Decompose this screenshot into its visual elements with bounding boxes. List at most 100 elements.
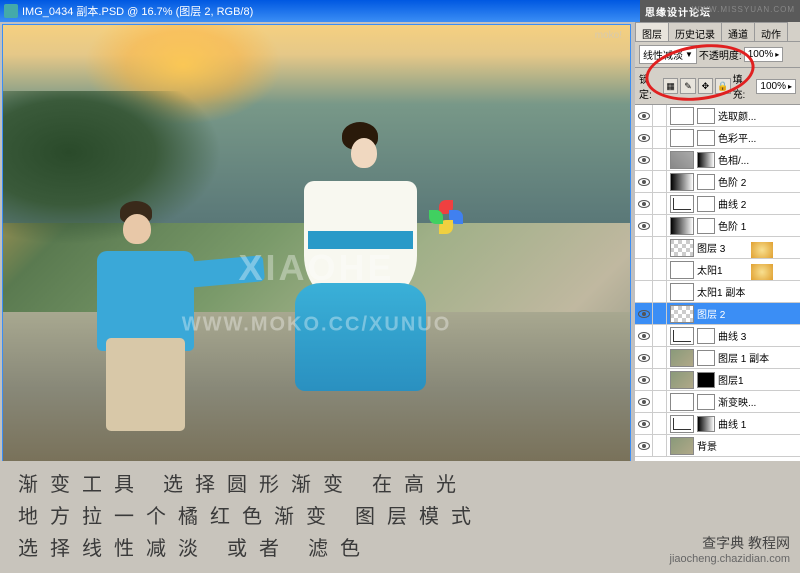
- layer-thumbnail[interactable]: [670, 195, 694, 213]
- layer-thumbnail[interactable]: [670, 129, 694, 147]
- mask-thumbnail[interactable]: [697, 394, 715, 410]
- tab-actions[interactable]: 动作: [754, 22, 788, 41]
- eye-icon: [638, 354, 650, 362]
- layer-thumbnail[interactable]: [670, 393, 694, 411]
- layer-row[interactable]: 背景: [635, 435, 800, 457]
- layer-thumbnail[interactable]: [670, 239, 694, 257]
- layer-row[interactable]: 色阶 2: [635, 171, 800, 193]
- chevron-right-icon: ▸: [775, 50, 779, 59]
- layer-thumbnail[interactable]: [670, 415, 694, 433]
- layer-row[interactable]: 曲线 3: [635, 325, 800, 347]
- layer-row[interactable]: 图层 1 副本: [635, 347, 800, 369]
- visibility-toggle[interactable]: [635, 281, 653, 302]
- layer-thumbnail[interactable]: [670, 437, 694, 455]
- link-col: [653, 413, 667, 434]
- visibility-toggle[interactable]: [635, 303, 653, 324]
- layer-row[interactable]: 太阳1 副本: [635, 281, 800, 303]
- layer-name: 渐变映...: [718, 394, 800, 409]
- caption-line-2: 地方拉一个橘红色渐变 图层模式: [18, 501, 782, 533]
- layer-thumbnail[interactable]: [670, 107, 694, 125]
- link-col: [653, 325, 667, 346]
- link-col: [653, 171, 667, 192]
- layer-name: 曲线 1: [718, 416, 800, 431]
- layer-thumbnail[interactable]: [670, 151, 694, 169]
- lock-pixels-icon[interactable]: ▦: [663, 78, 678, 94]
- mask-thumbnail[interactable]: [697, 416, 715, 432]
- layer-thumbnail[interactable]: [670, 173, 694, 191]
- mask-thumbnail[interactable]: [697, 130, 715, 146]
- layer-thumbnail[interactable]: [670, 305, 694, 323]
- visibility-toggle[interactable]: [635, 237, 653, 258]
- lock-all-icon[interactable]: 🔒: [715, 78, 730, 94]
- mask-thumbnail[interactable]: [697, 196, 715, 212]
- opacity-input[interactable]: 100% ▸: [744, 47, 784, 62]
- visibility-toggle[interactable]: [635, 435, 653, 456]
- layer-name: 选取颜...: [718, 108, 800, 123]
- mask-thumbnail[interactable]: [697, 328, 715, 344]
- layer-thumbnail[interactable]: [670, 349, 694, 367]
- blend-mode-dropdown[interactable]: 线性减淡 ▼: [639, 45, 697, 64]
- layer-row[interactable]: 色阶 1: [635, 215, 800, 237]
- layer-name: 背景: [697, 438, 800, 453]
- blend-mode-value: 线性减淡: [643, 47, 683, 62]
- layer-row[interactable]: 图层 3: [635, 237, 800, 259]
- eye-icon: [638, 156, 650, 164]
- brand-url: WWW.MISSYUAN.COM: [692, 5, 795, 14]
- layer-row[interactable]: 图层 2: [635, 303, 800, 325]
- tab-layers[interactable]: 图层: [635, 22, 669, 41]
- layer-row[interactable]: 曲线 1: [635, 413, 800, 435]
- mask-thumbnail[interactable]: [697, 350, 715, 366]
- layer-thumbnail[interactable]: [670, 327, 694, 345]
- mask-thumbnail[interactable]: [697, 174, 715, 190]
- image-canvas[interactable]: moko! XIAOHE WWW.MOKO.CC/XUNUO: [2, 24, 631, 467]
- link-col: [653, 259, 667, 280]
- layer-name: 色彩平...: [718, 130, 800, 145]
- tab-channels[interactable]: 通道: [721, 22, 755, 41]
- visibility-toggle[interactable]: [635, 215, 653, 236]
- visibility-toggle[interactable]: [635, 149, 653, 170]
- visibility-toggle[interactable]: [635, 347, 653, 368]
- caption-line-3: 选择线性减淡 或者 滤色: [18, 533, 782, 565]
- link-col: [653, 127, 667, 148]
- source-mark: 查字典 教程网 jiaocheng.chazidian.com: [670, 533, 790, 565]
- lock-move-icon[interactable]: ✥: [698, 78, 713, 94]
- opacity-label: 不透明度:: [699, 47, 742, 62]
- layer-thumbnail[interactable]: [670, 217, 694, 235]
- layer-row[interactable]: 色彩平...: [635, 127, 800, 149]
- layer-row[interactable]: 渐变映...: [635, 391, 800, 413]
- visibility-toggle[interactable]: [635, 127, 653, 148]
- layer-name: 曲线 3: [718, 328, 800, 343]
- link-col: [653, 347, 667, 368]
- layer-thumbnail[interactable]: [670, 261, 694, 279]
- visibility-toggle[interactable]: [635, 413, 653, 434]
- layers-list[interactable]: 选取颜... 色彩平... 色相/...色阶 2曲线 2色阶 1图层 3太阳1太阳1…: [635, 105, 800, 475]
- layer-row[interactable]: 图层1: [635, 369, 800, 391]
- mask-thumbnail[interactable]: [697, 218, 715, 234]
- mask-thumbnail[interactable]: [697, 152, 715, 168]
- tab-history[interactable]: 历史记录: [668, 22, 722, 41]
- chevron-down-icon: ▼: [685, 50, 693, 59]
- visibility-toggle[interactable]: [635, 171, 653, 192]
- lock-label: 锁定:: [639, 71, 661, 101]
- visibility-toggle[interactable]: [635, 193, 653, 214]
- lock-brush-icon[interactable]: ✎: [680, 78, 695, 94]
- mask-thumbnail[interactable]: [697, 372, 715, 388]
- layer-row[interactable]: 曲线 2: [635, 193, 800, 215]
- visibility-toggle[interactable]: [635, 325, 653, 346]
- eye-icon: [638, 332, 650, 340]
- fill-input[interactable]: 100% ▸: [756, 79, 796, 94]
- link-col: [653, 391, 667, 412]
- eye-icon: [638, 134, 650, 142]
- opacity-value: 100%: [748, 49, 774, 60]
- layer-row[interactable]: 选取颜...: [635, 105, 800, 127]
- link-col: [653, 435, 667, 456]
- visibility-toggle[interactable]: [635, 259, 653, 280]
- layer-row[interactable]: 色相/...: [635, 149, 800, 171]
- visibility-toggle[interactable]: [635, 105, 653, 126]
- layer-thumbnail[interactable]: [670, 371, 694, 389]
- layer-thumbnail[interactable]: [670, 283, 694, 301]
- visibility-toggle[interactable]: [635, 391, 653, 412]
- mask-thumbnail[interactable]: [697, 108, 715, 124]
- layer-row[interactable]: 太阳1: [635, 259, 800, 281]
- visibility-toggle[interactable]: [635, 369, 653, 390]
